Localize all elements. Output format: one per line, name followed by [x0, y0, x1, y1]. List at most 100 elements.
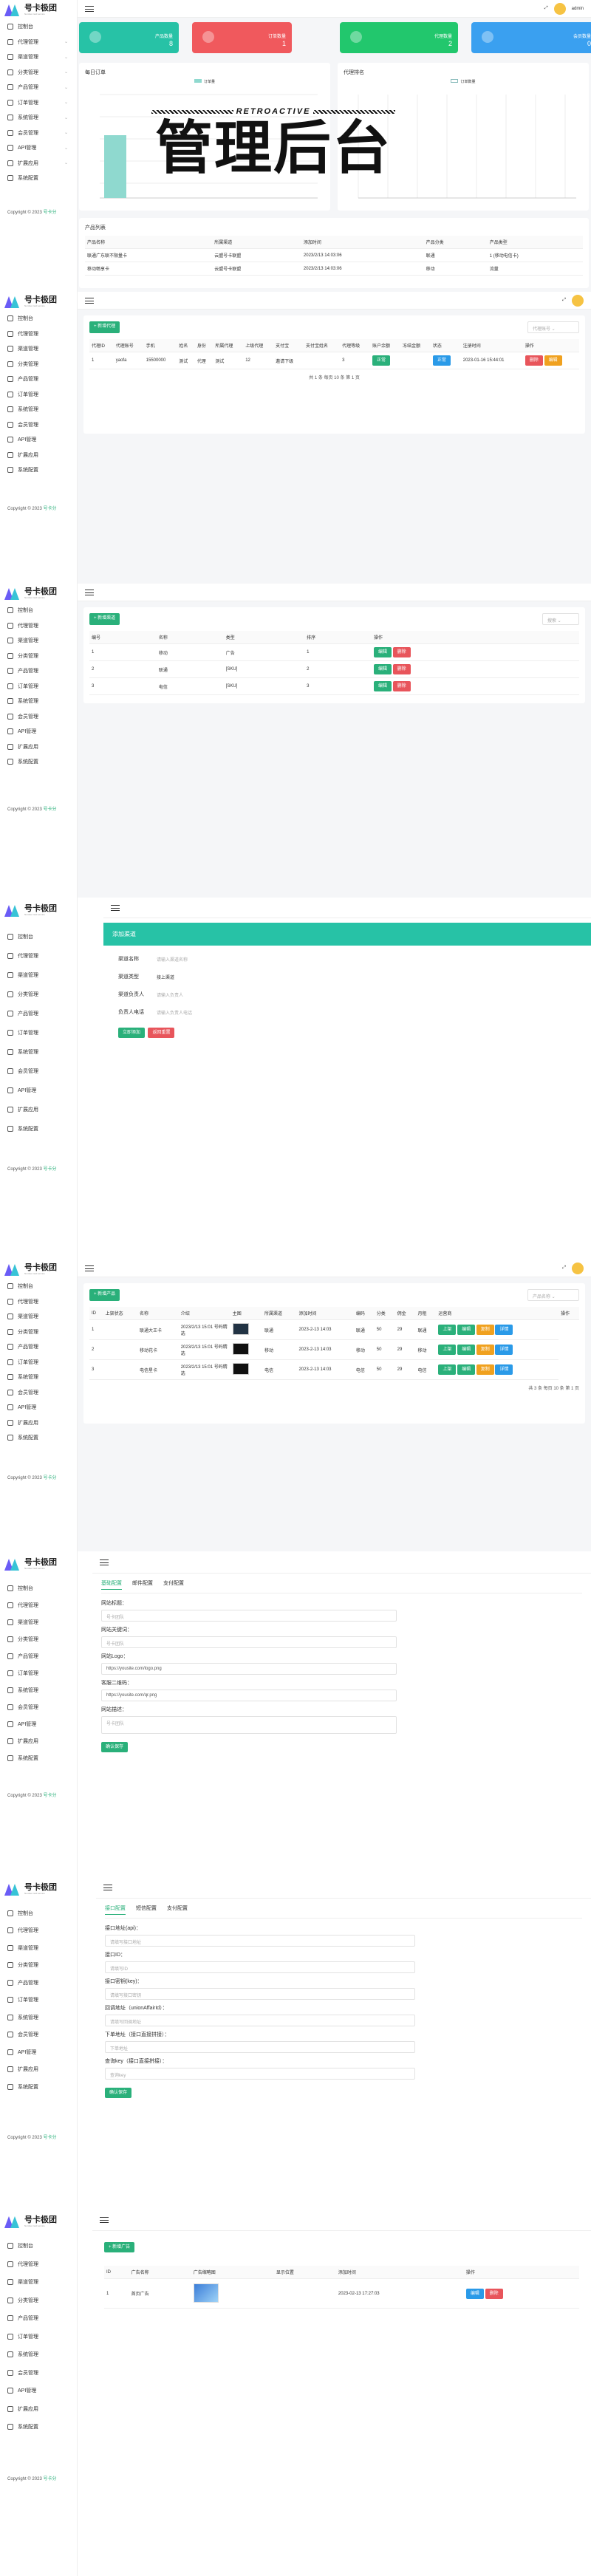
sidebar-item-members[interactable]: 会员管理 [0, 417, 77, 433]
site-title-field[interactable]: 号卡团队 [101, 1610, 397, 1622]
avatar[interactable] [572, 294, 584, 307]
sidebar-item-channels[interactable]: 渠道管理 [0, 966, 77, 985]
sidebar-item-system[interactable]: 系统管理 [0, 694, 77, 709]
copy-button[interactable]: 复制 [476, 1345, 494, 1355]
sidebar-item-agents[interactable]: 代理管理 [0, 1922, 77, 1940]
edit-button[interactable]: 编辑 [544, 355, 562, 366]
sidebar-item-orders[interactable]: 订单管理 [0, 1992, 77, 2009]
sidebar-item-config[interactable]: 系统配置 [0, 171, 77, 186]
fullscreen-icon[interactable]: ⤢ [544, 6, 548, 11]
sidebar-item-api[interactable]: API管理 [0, 2382, 77, 2400]
sidebar-item-channels[interactable]: 渠道管理 [0, 2273, 77, 2292]
sidebar-item-config[interactable]: 系统配置 [0, 462, 77, 478]
sidebar-item-products[interactable]: 产品管理 ⌄ [0, 80, 77, 95]
delete-button[interactable]: 删除 [392, 647, 411, 657]
save-button[interactable]: 确认保存 [105, 2088, 132, 2098]
delete-button[interactable]: 删除 [485, 2288, 503, 2299]
owner-phone-field[interactable]: 请输入负责人电话 [152, 1006, 374, 1018]
edit-button[interactable]: 编辑 [373, 664, 392, 674]
sidebar-item-orders[interactable]: 订单管理 [0, 1355, 77, 1370]
copyright-link[interactable]: 号卡分 [43, 2477, 56, 2481]
sidebar-item-categories[interactable]: 分类管理 [0, 1957, 77, 1975]
sidebar-item-categories[interactable]: 分类管理 [0, 985, 77, 1004]
fullscreen-icon[interactable]: ⤢ [562, 1265, 566, 1271]
sidebar-item-console[interactable]: 控制台 [0, 311, 77, 327]
delete-button[interactable]: 删除 [392, 664, 411, 674]
sidebar-item-system[interactable]: 系统管理 [0, 2009, 77, 2026]
copyright-link[interactable]: 号卡分 [43, 1794, 56, 1798]
sidebar-item-members[interactable]: 会员管理 [0, 709, 77, 725]
sidebar-item-channels[interactable]: 渠道管理 [0, 341, 77, 357]
sidebar-item-agents[interactable]: 代理管理 [0, 1596, 77, 1613]
add-agent-button[interactable]: + 新增代理 [89, 321, 120, 333]
table-row[interactable]: 1 yaofa 15500000 测试 代理 测试 12 邀请下级 3 正常 正常 2023-01-1… [89, 352, 579, 369]
copyright-link[interactable]: 号卡分 [43, 507, 56, 511]
sidebar-item-agents[interactable]: 代理管理 ⌄ [0, 35, 77, 50]
site-logo-field[interactable]: https://yousite.com/logo.png [101, 1663, 397, 1675]
search-select[interactable]: 搜索 ⌄ [542, 613, 579, 625]
sidebar-item-config[interactable]: 系统配置 [0, 754, 77, 770]
edit-button[interactable]: 编辑 [373, 681, 392, 691]
sidebar-item-extensions[interactable]: 扩展应用 [0, 2400, 77, 2419]
menu-toggle-icon[interactable] [100, 1559, 109, 1565]
table-row[interactable]: 移动畅享卡 云盟号卡联盟 2023/2/13 14:03:06 移动 流量 [85, 262, 583, 276]
menu-toggle-icon[interactable] [85, 297, 94, 304]
sidebar-item-config[interactable]: 系统配置 [0, 1119, 77, 1138]
table-row[interactable]: 3 电信星卡 2023/2/13 15:01 号码精选 电信 2023-2-13 14:… [89, 1359, 579, 1380]
sidebar-item-system[interactable]: 系统管理 [0, 1370, 77, 1385]
sidebar-item-channels[interactable]: 渠道管理 [0, 1309, 77, 1325]
on-button[interactable]: 上架 [438, 1364, 457, 1375]
order-url-field[interactable]: 下单地址 [105, 2041, 415, 2053]
menu-toggle-icon[interactable] [85, 1265, 94, 1271]
query-key-field[interactable]: 查询key [105, 2068, 415, 2080]
sidebar-item-members[interactable]: 会员管理 ⌄ [0, 126, 77, 141]
sidebar-item-products[interactable]: 产品管理 [0, 1339, 77, 1355]
sidebar-item-system[interactable]: 系统管理 ⌄ [0, 110, 77, 126]
channel-name-field[interactable]: 请输入渠道名称 [152, 953, 374, 965]
channel-type-field[interactable]: 接上渠道 [152, 971, 374, 983]
menu-toggle-icon[interactable] [103, 1884, 112, 1890]
sidebar-item-extensions[interactable]: 扩展应用 [0, 1732, 77, 1749]
sidebar-item-categories[interactable]: 分类管理 ⌄ [0, 65, 77, 81]
sidebar-item-orders[interactable]: 订单管理 [0, 387, 77, 403]
tab-pay[interactable]: 支付配置 [163, 1579, 184, 1590]
sidebar-item-categories[interactable]: 分类管理 [0, 357, 77, 372]
sidebar-item-console[interactable]: 控制台 [0, 1579, 77, 1596]
sidebar-item-system[interactable]: 系统管理 [0, 1681, 77, 1698]
sidebar-item-api[interactable]: API管理 [0, 2043, 77, 2061]
sidebar-item-members[interactable]: 会员管理 [0, 1698, 77, 1715]
sidebar-item-system[interactable]: 系统管理 [0, 1042, 77, 1062]
site-keywords-field[interactable]: 号卡团队 [101, 1636, 397, 1648]
sidebar-item-agents[interactable]: 代理管理 [0, 946, 77, 966]
sidebar-item-products[interactable]: 产品管理 [0, 2309, 77, 2328]
sidebar-item-channels[interactable]: 渠道管理 [0, 1613, 77, 1630]
copyright-link[interactable]: 号卡分 [43, 1476, 56, 1480]
sidebar-item-channels[interactable]: 渠道管理 [0, 633, 77, 649]
sidebar-item-system[interactable]: 系统管理 [0, 2346, 77, 2364]
sidebar-item-config[interactable]: 系统配置 [0, 2078, 77, 2096]
table-row[interactable]: 3 电信 [SKU] 3 编辑 删除 [89, 677, 579, 695]
sidebar-item-extensions[interactable]: 扩展应用 [0, 1100, 77, 1119]
copyright-link[interactable]: 号卡分 [43, 1167, 56, 1172]
sidebar-item-console[interactable]: 控制台 [0, 927, 77, 946]
sidebar-item-agents[interactable]: 代理管理 [0, 327, 77, 342]
table-row[interactable]: 1 移动 广告 1 编辑 删除 [89, 643, 579, 661]
copy-button[interactable]: 复制 [476, 1364, 494, 1375]
pagination[interactable]: 共 1 条 每页 10 条 第 1 页 [89, 374, 579, 380]
submit-button[interactable]: 立即添加 [118, 1028, 146, 1038]
copyright-link[interactable]: 号卡分 [43, 211, 56, 215]
tab-mail[interactable]: 邮件配置 [132, 1579, 153, 1590]
copyright-link[interactable]: 号卡分 [43, 2136, 56, 2140]
callback-field[interactable]: 请填写回调地址 [105, 2015, 415, 2026]
edit-button[interactable]: 编辑 [465, 2288, 484, 2299]
sidebar-item-members[interactable]: 会员管理 [0, 1385, 77, 1401]
sidebar-item-agents[interactable]: 代理管理 [0, 618, 77, 634]
sidebar-item-orders[interactable]: 订单管理 [0, 679, 77, 694]
sidebar-item-channels[interactable]: 渠道管理 [0, 1939, 77, 1957]
owner-field[interactable]: 请输入负责人 [152, 988, 374, 1000]
sidebar-item-config[interactable]: 系统配置 [0, 1430, 77, 1446]
sidebar-item-extensions[interactable]: 扩展应用 [0, 1415, 77, 1431]
sidebar-item-products[interactable]: 产品管理 [0, 1004, 77, 1023]
sidebar-item-api[interactable]: API管理 [0, 432, 77, 448]
add-channel-button[interactable]: + 新增渠道 [89, 613, 120, 625]
